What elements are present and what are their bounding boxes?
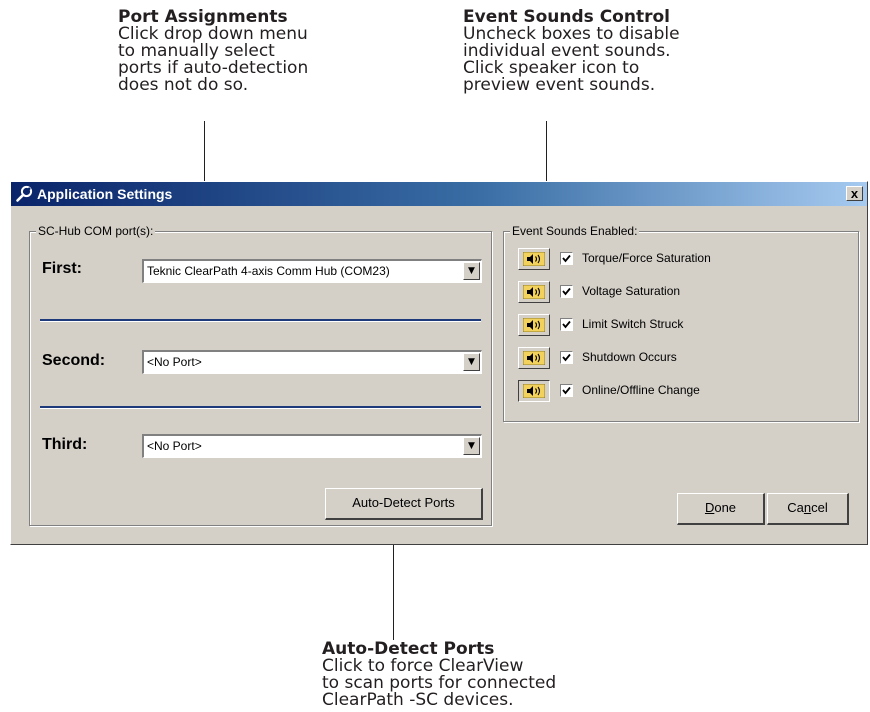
callout-event-sounds: Event Sounds Control Uncheck boxes to di… xyxy=(463,9,723,94)
event-sound-checkbox[interactable] xyxy=(560,351,573,364)
port-separator xyxy=(40,319,481,322)
com-ports-legend: SC-Hub COM port(s): xyxy=(36,224,156,238)
speaker-icon[interactable] xyxy=(518,347,550,369)
event-sound-row: Online/Offline Change xyxy=(518,380,848,402)
done-label-post: one xyxy=(714,500,737,515)
callout-auto-detect-body: Click to force ClearView to scan ports f… xyxy=(322,656,557,710)
port-separator xyxy=(40,406,481,409)
event-sound-checkbox[interactable] xyxy=(560,384,573,397)
first-port-value: Teknic ClearPath 4-axis Comm Hub (COM23) xyxy=(147,264,390,278)
callout-auto-detect: Auto-Detect Ports Click to force ClearVi… xyxy=(322,641,602,709)
event-sound-label: Voltage Saturation xyxy=(582,284,681,298)
event-sound-label: Torque/Force Saturation xyxy=(582,251,711,265)
speaker-icon[interactable] xyxy=(518,248,550,270)
first-port-dropdown[interactable]: Teknic ClearPath 4-axis Comm Hub (COM23)… xyxy=(142,259,482,283)
third-port-value: <No Port> xyxy=(147,439,202,453)
event-sound-label: Limit Switch Struck xyxy=(582,317,684,331)
speaker-icon[interactable] xyxy=(518,314,550,336)
third-port-label: Third: xyxy=(42,436,88,453)
cancel-label-pre: Ca xyxy=(787,500,804,515)
done-label-accel: D xyxy=(704,500,715,515)
first-port-label: First: xyxy=(42,260,82,277)
event-sounds-group: Event Sounds Enabled: Torque/Force Satur… xyxy=(503,224,859,422)
callout-port-assignments-body: Click drop down menu to manually select … xyxy=(118,24,309,95)
event-sound-checkbox[interactable] xyxy=(560,252,573,265)
event-sound-row: Torque/Force Saturation xyxy=(518,248,848,270)
event-sound-row: Voltage Saturation xyxy=(518,281,848,303)
third-port-dropdown[interactable]: <No Port> ▼ xyxy=(142,434,482,458)
second-port-label: Second: xyxy=(42,352,106,369)
window-title: Application Settings xyxy=(37,186,173,202)
chevron-down-icon[interactable]: ▼ xyxy=(463,437,480,455)
event-sound-row: Limit Switch Struck xyxy=(518,314,848,336)
done-button[interactable]: Done xyxy=(677,493,765,525)
close-button[interactable]: x xyxy=(846,186,863,201)
event-sound-label: Shutdown Occurs xyxy=(582,350,677,364)
wrench-icon xyxy=(15,185,33,203)
event-sound-checkbox[interactable] xyxy=(560,318,573,331)
auto-detect-ports-button[interactable]: Auto-Detect Ports xyxy=(325,488,483,520)
speaker-icon[interactable] xyxy=(518,380,550,402)
cancel-label-post: cel xyxy=(811,500,828,515)
event-sounds-legend: Event Sounds Enabled: xyxy=(510,224,640,238)
chevron-down-icon[interactable]: ▼ xyxy=(463,353,480,371)
application-settings-dialog: Application Settings x SC-Hub COM port(s… xyxy=(10,181,868,545)
cancel-button[interactable]: Cancel xyxy=(767,493,849,525)
event-sound-label: Online/Offline Change xyxy=(582,383,700,397)
callout-event-sounds-body: Uncheck boxes to disable individual even… xyxy=(463,24,680,95)
second-port-dropdown[interactable]: <No Port> ▼ xyxy=(142,350,482,374)
callout-port-assignments: Port Assignments Click drop down menu to… xyxy=(118,9,358,94)
com-ports-group: SC-Hub COM port(s): First: Teknic ClearP… xyxy=(29,224,492,526)
speaker-icon[interactable] xyxy=(518,281,550,303)
event-sound-checkbox[interactable] xyxy=(560,285,573,298)
second-port-value: <No Port> xyxy=(147,355,202,369)
title-bar[interactable]: Application Settings x xyxy=(11,182,867,206)
event-sound-row: Shutdown Occurs xyxy=(518,347,848,369)
chevron-down-icon[interactable]: ▼ xyxy=(463,262,480,280)
